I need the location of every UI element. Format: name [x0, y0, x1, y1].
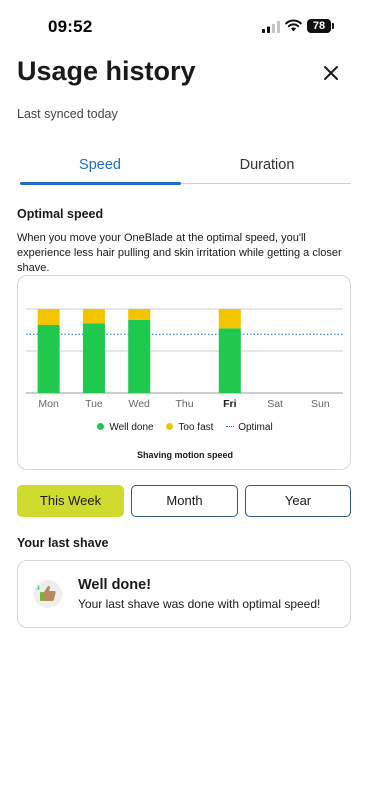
last-shave-title: Well done!: [78, 577, 152, 593]
legend-optimal: Optimal: [226, 422, 273, 433]
x-tick-label: Fri: [223, 398, 237, 410]
chart-legend: Well done Too fast Optimal: [18, 422, 352, 433]
last-shave-heading: Your last shave: [17, 536, 109, 550]
status-time: 09:52: [48, 17, 93, 36]
x-tick-label: Sat: [267, 398, 283, 410]
this-week-button[interactable]: This Week: [17, 485, 124, 517]
cellular-signal-icon: [262, 21, 280, 33]
bar-too-fast: [82, 309, 105, 324]
speed-chart: Mon Tue Wed Thu Fri Sat Sun: [26, 308, 343, 410]
bar-too-fast: [218, 309, 241, 329]
tab-speed[interactable]: Speed: [20, 150, 180, 184]
chart-caption: Shaving motion speed: [136, 450, 233, 460]
legend-label: Well done: [109, 422, 154, 433]
x-tick-label: Mon: [38, 398, 59, 410]
thumbs-up-icon: [34, 580, 62, 608]
tab-duration[interactable]: Duration: [187, 150, 347, 184]
last-synced-text: Last synced today: [17, 107, 118, 121]
section-description: When you move your OneBlade at the optim…: [17, 232, 342, 274]
year-button[interactable]: Year: [245, 485, 351, 517]
bar-well-done: [218, 328, 241, 393]
last-shave-card: Well done! Your last shave was done with…: [17, 560, 351, 628]
battery-icon: 78: [307, 19, 334, 33]
x-tick-label: Sun: [311, 398, 330, 410]
close-button[interactable]: [318, 60, 344, 86]
x-tick-label: Wed: [129, 398, 151, 410]
close-icon: [324, 66, 338, 80]
bar-well-done: [128, 319, 151, 393]
last-shave-message: Your last shave was done with optimal sp…: [78, 597, 321, 611]
status-bar: 09:52 78: [0, 0, 368, 54]
legend-label: Too fast: [178, 422, 214, 433]
x-tick-label: Thu: [175, 398, 193, 410]
bar-too-fast: [128, 309, 151, 320]
speed-chart-card: Mon Tue Wed Thu Fri Sat Sun Well done Too fast…: [17, 275, 351, 470]
legend-well-done: Well done: [97, 422, 154, 433]
battery-level: 78: [307, 19, 331, 33]
x-tick-label: Tue: [85, 398, 103, 410]
month-button[interactable]: Month: [131, 485, 238, 517]
bar-too-fast: [37, 309, 60, 325]
wifi-icon: [285, 19, 302, 32]
legend-too-fast: Too fast: [166, 422, 213, 433]
page-title: Usage history: [17, 56, 196, 86]
bar-well-done: [37, 324, 60, 393]
active-tab-indicator: [20, 182, 181, 185]
tab-bar: Speed Duration: [20, 150, 351, 185]
section-heading: Optimal speed: [17, 207, 104, 221]
bar-well-done: [82, 323, 105, 393]
legend-label: Optimal: [238, 422, 273, 433]
